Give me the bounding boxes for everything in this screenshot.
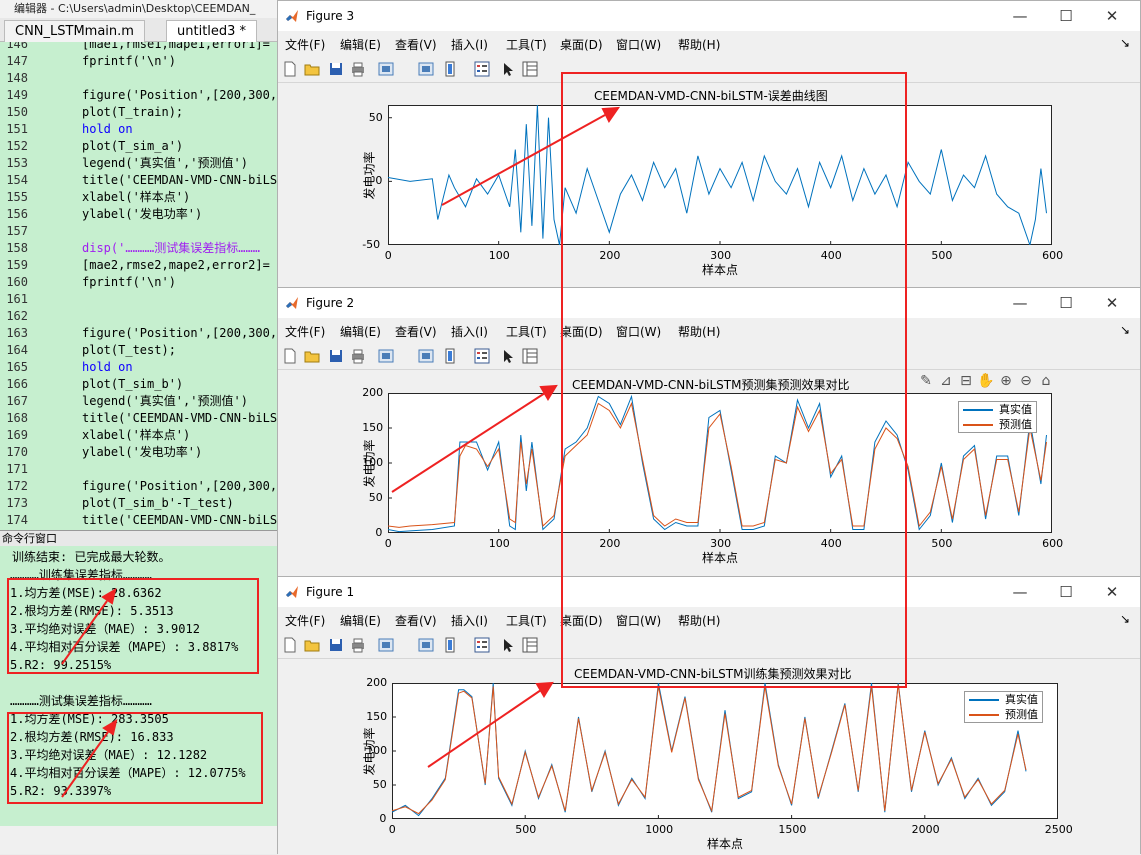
annotation-overlay <box>61 72 907 798</box>
arrow-figure2 <box>391 392 546 493</box>
arrow-figure3 <box>441 114 606 206</box>
arrow-head-figure2 <box>539 384 558 401</box>
arrow-head-figure3 <box>601 106 621 123</box>
highlight-rectangle <box>561 72 907 688</box>
arrow-test-metrics <box>61 731 109 798</box>
arrow-train-metrics <box>61 600 108 665</box>
arrow-head-test-metrics <box>102 718 118 736</box>
arrow-figure1 <box>427 689 542 768</box>
arrow-head-train-metrics <box>101 587 117 605</box>
arrow-head-figure1 <box>535 681 554 698</box>
